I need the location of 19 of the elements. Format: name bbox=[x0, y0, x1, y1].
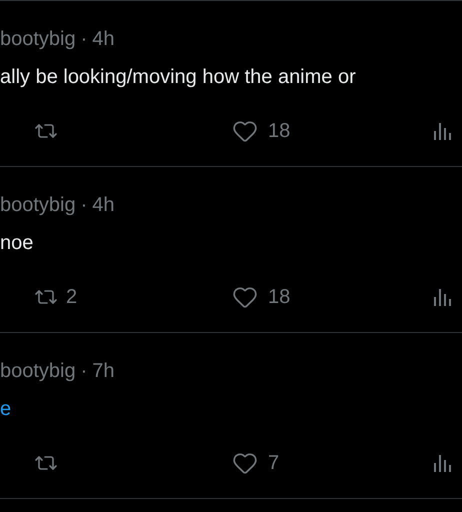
separator-dot: · bbox=[80, 193, 88, 218]
like-button[interactable]: 18 bbox=[232, 282, 290, 312]
like-button[interactable]: 7 bbox=[232, 448, 280, 478]
tweet-time[interactable]: 4h bbox=[92, 25, 115, 53]
user-handle[interactable]: bootybig bbox=[0, 191, 76, 219]
bar-chart-icon[interactable] bbox=[432, 287, 452, 307]
tweet-text: noe bbox=[0, 231, 34, 256]
tweet-link[interactable]: e bbox=[0, 395, 462, 423]
user-handle[interactable]: bootybig bbox=[0, 357, 76, 385]
user-handle[interactable]: bootybig bbox=[0, 25, 76, 53]
like-button[interactable]: 18 bbox=[232, 116, 290, 146]
bar-chart-icon[interactable] bbox=[432, 453, 452, 473]
bar-chart-icon[interactable] bbox=[432, 121, 452, 141]
tweet-time[interactable]: 4h bbox=[92, 191, 115, 219]
separator-dot: · bbox=[80, 359, 88, 384]
separator-dot: · bbox=[80, 27, 88, 52]
retweet-button[interactable]: 2 bbox=[34, 282, 78, 312]
tweet-time[interactable]: 7h bbox=[92, 357, 115, 385]
tweet-text: ally be looking/moving how the anime or bbox=[0, 65, 357, 90]
